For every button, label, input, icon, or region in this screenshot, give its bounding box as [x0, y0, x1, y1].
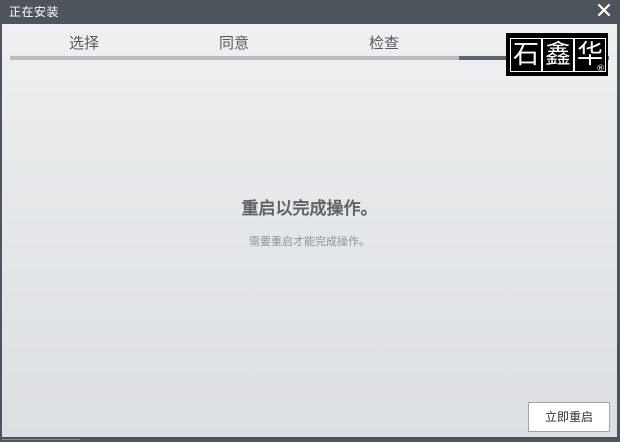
logo-char-1: 石 — [510, 38, 542, 72]
restart-now-button[interactable]: 立即重启 — [528, 402, 610, 432]
title-bar: 正在安装 — [0, 0, 620, 24]
window-title: 正在安装 — [9, 5, 60, 19]
status-heading: 重启以完成操作。 — [241, 199, 378, 219]
close-button[interactable] — [596, 2, 612, 18]
content-area: 选择 同意 检查 石 鑫 华 ® 重启以完成操作。 需要重启才能完成操作。 立即… — [2, 24, 617, 437]
registered-mark: ® — [596, 64, 605, 74]
step-agree: 同意 — [218, 34, 249, 52]
step-select: 选择 — [68, 34, 99, 52]
bottom-accent-line — [2, 439, 80, 440]
step-check: 检查 — [368, 34, 399, 52]
logo-char-2: 鑫 — [542, 38, 574, 72]
brand-logo: 石 鑫 华 ® — [506, 33, 608, 76]
status-subtext: 需要重启才能完成操作。 — [249, 235, 370, 248]
close-icon — [597, 3, 611, 17]
bottom-border — [2, 437, 617, 442]
installer-window: 正在安装 选择 同意 检查 石 鑫 华 ® 重启以完成操作。 需要重启才能完成操… — [0, 0, 620, 442]
